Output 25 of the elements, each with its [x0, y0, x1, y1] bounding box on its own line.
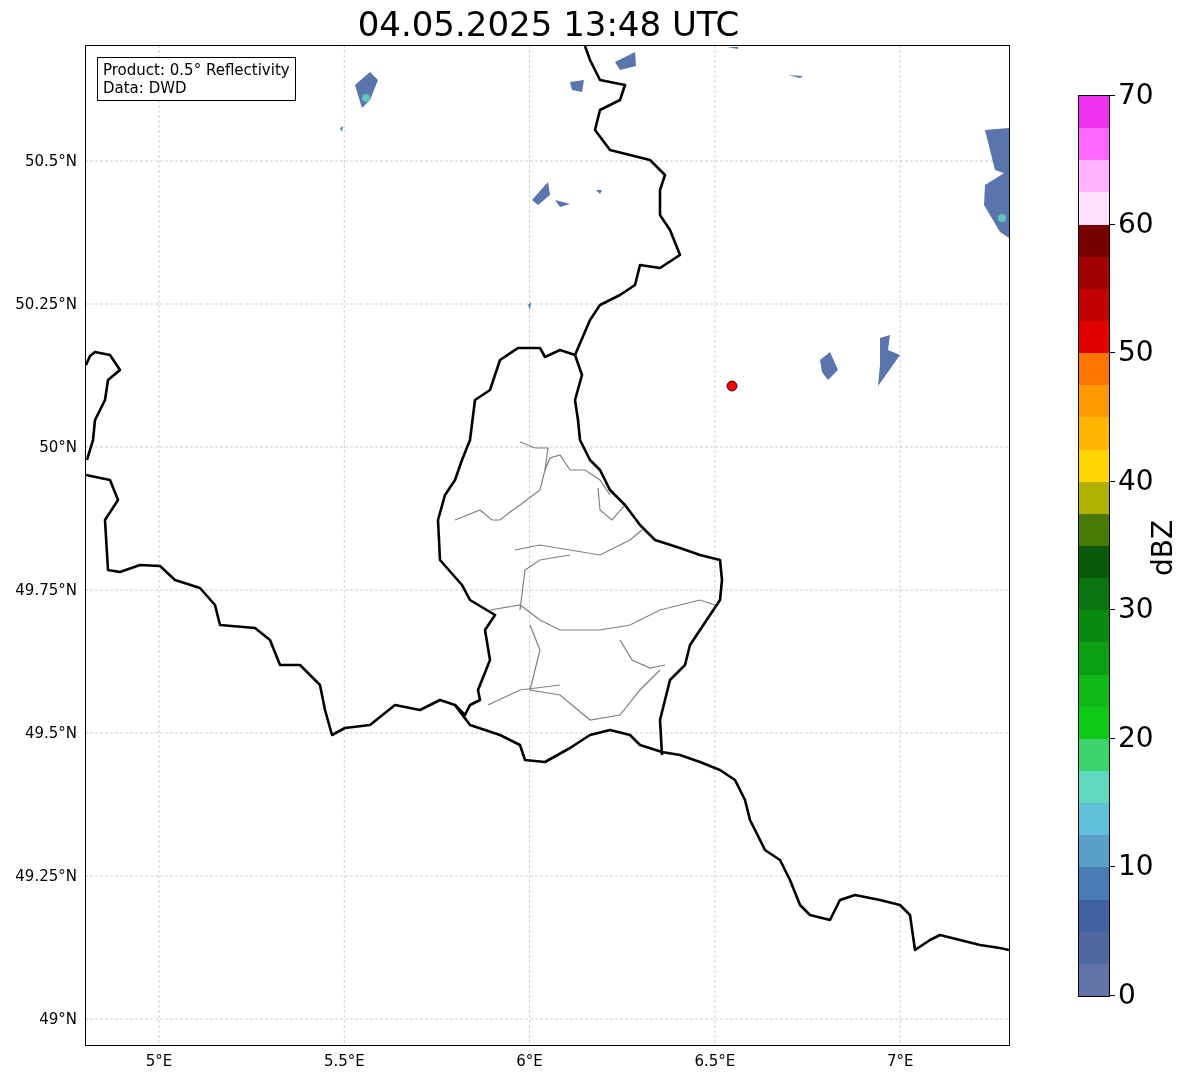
- colorbar-tick-label: 10: [1118, 852, 1154, 881]
- colorbar-tick-label: 20: [1118, 723, 1154, 752]
- latitude-label: 49°N: [39, 1010, 77, 1028]
- latitude-label: 50°N: [39, 438, 77, 456]
- colorbar-tick-label: 40: [1118, 466, 1154, 495]
- colorbar-tick-label: 60: [1118, 209, 1154, 238]
- longitude-label: 6.5°E: [694, 1052, 736, 1070]
- radar-site-marker: [726, 380, 738, 392]
- latitude-label: 50.5°N: [24, 152, 77, 170]
- longitude-label: 6°E: [516, 1052, 543, 1070]
- colorbar-tick-label: 50: [1118, 338, 1154, 367]
- latitude-label: 49.75°N: [15, 581, 77, 599]
- latitude-label: 49.25°N: [15, 867, 77, 885]
- colorbar-title: dBZ: [1145, 519, 1179, 577]
- longitude-label: 5°E: [145, 1052, 173, 1070]
- latitude-label: 50.25°N: [15, 295, 77, 313]
- latitude-label: 49.5°N: [24, 724, 77, 742]
- colorbar-tick-label: 30: [1118, 595, 1154, 624]
- legend-text: Product: 0.5° Reflectivity: [103, 61, 290, 79]
- legend-text: Data: DWD: [103, 79, 188, 97]
- colorbar-tick-label: 0: [1118, 981, 1136, 1009]
- map-title: 04.05.2025 13:48 UTC: [356, 3, 741, 45]
- longitude-label: 5.5°E: [323, 1052, 365, 1070]
- colorbar-tick-label: 70: [1118, 81, 1154, 109]
- longitude-label: 7°E: [886, 1052, 914, 1070]
